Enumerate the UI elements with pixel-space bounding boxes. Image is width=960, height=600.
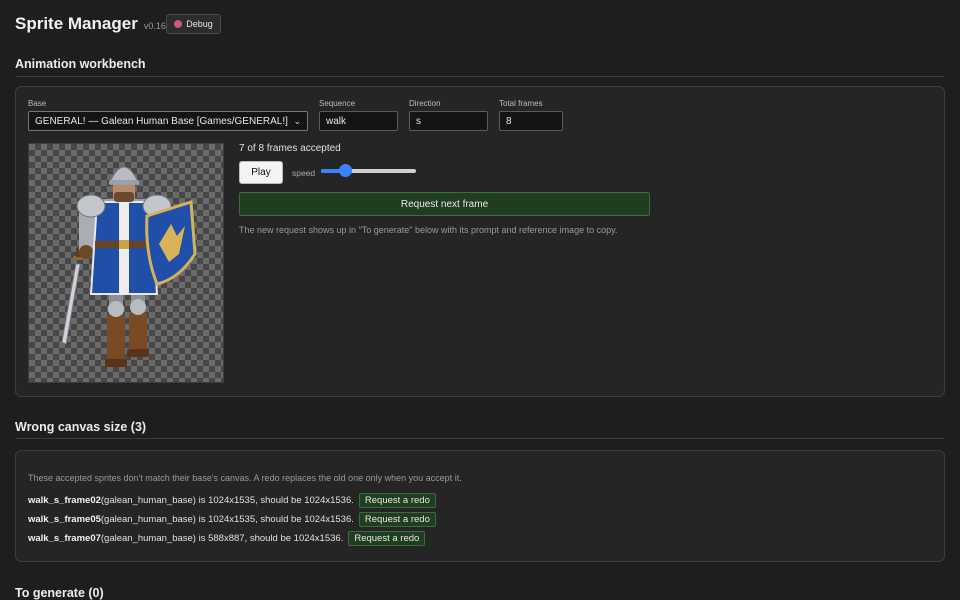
list-item: walk_s_frame07 (galean_human_base) is 58… (28, 531, 426, 546)
base-select-value: GENERAL! — Galean Human Base [Games/GENE… (35, 115, 288, 127)
request-redo-button[interactable]: Request a redo (358, 493, 436, 508)
speed-slider-thumb[interactable] (338, 164, 352, 177)
direction-label: Direction (409, 99, 441, 108)
app-title: Sprite Manager (15, 14, 138, 33)
frames-status: 7 of 8 frames accepted (239, 143, 341, 154)
sprite-size-detail: (galean_human_base) is 1024x1535, should… (100, 514, 354, 525)
speed-label: speed (292, 168, 316, 178)
sprite-size-detail: (galean_human_base) is 588x887, should b… (100, 533, 344, 544)
request-redo-button[interactable]: Request a redo (358, 512, 436, 527)
list-item: walk_s_frame05 (galean_human_base) is 10… (28, 512, 436, 527)
request-hint: The new request shows up in "To generate… (239, 225, 618, 235)
direction-input[interactable]: s (409, 111, 488, 131)
list-item: walk_s_frame02 (galean_human_base) is 10… (28, 493, 436, 508)
sequence-label: Sequence (319, 99, 356, 108)
debug-button[interactable]: Debug (166, 14, 221, 34)
sprite-name: walk_s_frame07 (28, 533, 101, 544)
knight-sprite-image (61, 166, 197, 367)
bug-icon (174, 20, 183, 28)
total-frames-label: Total frames (499, 99, 543, 108)
wrong-canvas-title: Wrong canvas size (3) (15, 420, 147, 434)
debug-button-label: Debug (186, 19, 213, 29)
chevron-down-icon: ⌄ (293, 115, 301, 126)
section-divider (15, 438, 945, 439)
total-frames-input[interactable]: 8 (499, 111, 563, 131)
sprite-name: walk_s_frame05 (28, 514, 101, 525)
workbench-title: Animation workbench (15, 57, 146, 71)
to-generate-title: To generate (0) (15, 586, 104, 600)
sprite-size-detail: (galean_human_base) is 1024x1535, should… (100, 495, 354, 506)
speed-slider[interactable] (321, 164, 416, 177)
sprite-name: walk_s_frame02 (28, 495, 101, 506)
wrong-canvas-intro: These accepted sprites don't match their… (28, 473, 462, 483)
play-button[interactable]: Play (239, 161, 283, 184)
sprite-preview (28, 143, 224, 383)
sequence-input[interactable]: walk (319, 111, 398, 131)
section-divider (15, 76, 945, 77)
app-header: Sprite Manager v0.16.0 (15, 14, 173, 34)
base-select[interactable]: GENERAL! — Galean Human Base [Games/GENE… (28, 111, 308, 131)
request-next-frame-button[interactable]: Request next frame (239, 192, 650, 216)
base-label: Base (28, 99, 47, 108)
request-redo-button[interactable]: Request a redo (348, 531, 426, 546)
